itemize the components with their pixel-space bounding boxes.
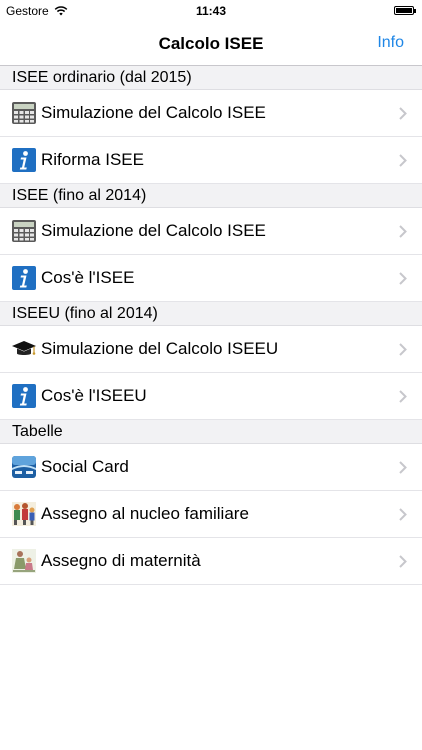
info-icon: [11, 147, 37, 173]
page-title: Calcolo ISEE: [158, 34, 264, 53]
social-card-icon: [11, 454, 37, 480]
chevron-right-icon: [399, 107, 407, 120]
row-cose-iseeu[interactable]: Cos'è l'ISEEU: [0, 373, 422, 420]
menu-table: ISEE ordinario (dal 2015) Simulazione de…: [0, 66, 422, 585]
family-icon: [11, 501, 37, 527]
row-label: Assegno al nucleo familiare: [41, 504, 249, 523]
chevron-right-icon: [399, 555, 407, 568]
row-assegno-maternita[interactable]: Assegno di maternità: [0, 538, 422, 585]
calculator-icon: [11, 218, 37, 244]
row-label: Social Card: [41, 457, 129, 476]
row-label: Cos'è l'ISEEU: [41, 386, 147, 405]
info-button[interactable]: Info: [377, 34, 404, 52]
chevron-right-icon: [399, 461, 407, 474]
chevron-right-icon: [399, 272, 407, 285]
row-social-card[interactable]: Social Card: [0, 444, 422, 491]
info-icon: [11, 383, 37, 409]
row-label: Simulazione del Calcolo ISEE: [41, 103, 266, 122]
status-bar: Gestore 11:43: [0, 0, 422, 22]
row-assegno-nucleo-familiare[interactable]: Assegno al nucleo familiare: [0, 491, 422, 538]
row-label: Simulazione del Calcolo ISEE: [41, 221, 266, 240]
row-label: Cos'è l'ISEE: [41, 268, 135, 287]
graduation-cap-icon: [11, 336, 37, 362]
status-time: 11:43: [195, 4, 227, 18]
chevron-right-icon: [399, 225, 407, 238]
row-riforma-isee[interactable]: Riforma ISEE: [0, 137, 422, 184]
row-simulazione-isee-2015[interactable]: Simulazione del Calcolo ISEE: [0, 90, 422, 137]
navigation-bar: Calcolo ISEE Info: [0, 22, 422, 66]
row-simulazione-isee-2014[interactable]: Simulazione del Calcolo ISEE: [0, 208, 422, 255]
chevron-right-icon: [399, 343, 407, 356]
section-header-tabelle: Tabelle: [0, 420, 422, 444]
row-simulazione-iseeu[interactable]: Simulazione del Calcolo ISEEU: [0, 326, 422, 373]
row-label: Simulazione del Calcolo ISEEU: [41, 339, 279, 358]
chevron-right-icon: [399, 154, 407, 167]
row-label: Riforma ISEE: [41, 150, 144, 169]
info-icon: [11, 265, 37, 291]
chevron-right-icon: [399, 508, 407, 521]
row-cose-isee[interactable]: Cos'è l'ISEE: [0, 255, 422, 302]
calculator-icon: [11, 100, 37, 126]
row-label: Assegno di maternità: [41, 551, 201, 570]
section-header-iseeu: ISEEU (fino al 2014): [0, 302, 422, 326]
battery-icon: [394, 6, 416, 15]
maternity-icon: [11, 548, 37, 574]
section-header-isee-fino-2014: ISEE (fino al 2014): [0, 184, 422, 208]
chevron-right-icon: [399, 390, 407, 403]
section-header-isee-ordinario: ISEE ordinario (dal 2015): [0, 66, 422, 90]
